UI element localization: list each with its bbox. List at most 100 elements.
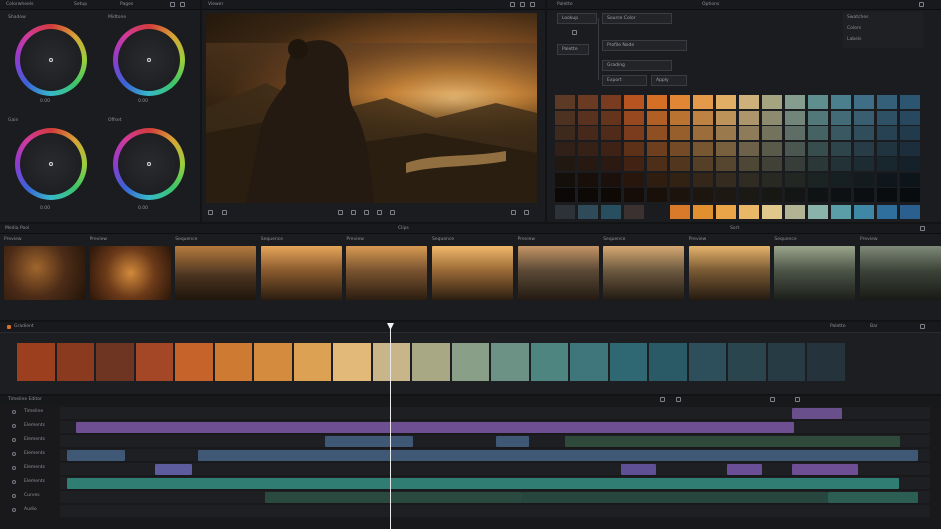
palette-swatch[interactable]	[831, 141, 851, 156]
palette-swatch[interactable]	[647, 110, 667, 125]
node-root[interactable]: Lookup	[557, 13, 597, 24]
gradient-swatch[interactable]	[451, 343, 489, 381]
side-item[interactable]: Swatches	[847, 15, 869, 21]
palette-swatch[interactable]	[762, 126, 782, 140]
palette-swatch[interactable]	[624, 172, 644, 187]
gradient-swatch[interactable]	[609, 343, 647, 381]
palette-swatch[interactable]	[854, 172, 874, 187]
next-frame-icon[interactable]	[377, 210, 382, 215]
palette-swatch[interactable]	[716, 126, 736, 140]
palette-swatch[interactable]	[624, 110, 644, 125]
playhead-line[interactable]	[390, 324, 391, 529]
apply-button[interactable]: Apply	[651, 75, 687, 86]
palette-swatch[interactable]	[739, 188, 759, 202]
timeline-clip[interactable]	[792, 463, 858, 475]
media-thumbnail[interactable]	[432, 246, 513, 300]
palette-swatch[interactable]	[555, 157, 575, 171]
timeline-clip[interactable]	[792, 407, 842, 419]
expand-icon[interactable]	[520, 2, 525, 7]
media-thumbnail[interactable]	[860, 246, 941, 300]
palette-swatch[interactable]	[808, 205, 828, 219]
palette-swatch[interactable]	[854, 95, 874, 109]
palette-swatch[interactable]	[693, 95, 713, 109]
palette-swatch[interactable]	[601, 157, 621, 171]
offset-color-wheel[interactable]	[113, 128, 185, 200]
palette-swatch[interactable]	[877, 141, 897, 156]
palette-swatch[interactable]	[555, 172, 575, 187]
palette-swatch[interactable]	[601, 141, 621, 156]
track-visibility-icon[interactable]	[12, 410, 16, 414]
timeline-clip[interactable]	[76, 421, 794, 433]
palette-swatch[interactable]	[762, 110, 782, 125]
gradient-swatch[interactable]	[333, 343, 371, 381]
palette-swatch[interactable]	[693, 172, 713, 187]
media-thumbnail[interactable]	[688, 246, 770, 300]
grid-icon[interactable]	[170, 2, 175, 7]
palette-swatch[interactable]	[808, 141, 828, 156]
wheel-handle[interactable]	[147, 162, 151, 166]
palette-swatch[interactable]	[900, 141, 920, 156]
palette-swatch[interactable]	[739, 157, 759, 171]
track-visibility-icon[interactable]	[12, 466, 16, 470]
palette-swatch[interactable]	[877, 205, 897, 219]
gradient-swatch[interactable]	[96, 343, 134, 381]
palette-swatch[interactable]	[762, 157, 782, 171]
palette-swatch[interactable]	[624, 157, 644, 171]
palette-swatch[interactable]	[762, 172, 782, 187]
media-pool-sort[interactable]: Sort	[730, 226, 739, 232]
palette-swatch[interactable]	[693, 157, 713, 171]
timeline-clip[interactable]	[198, 449, 918, 461]
palette-swatch[interactable]	[739, 95, 759, 109]
palette-swatch[interactable]	[555, 126, 575, 140]
palette-swatch[interactable]	[670, 141, 690, 156]
palette-swatch[interactable]	[831, 172, 851, 187]
node-grading[interactable]: Grading	[602, 60, 672, 71]
timeline-clip[interactable]	[325, 435, 413, 447]
media-thumbnail[interactable]	[774, 246, 856, 300]
side-item[interactable]: Labels	[847, 37, 861, 43]
wheel-handle[interactable]	[147, 58, 151, 62]
palette-swatch[interactable]	[670, 205, 690, 219]
palette-swatch[interactable]	[877, 110, 897, 125]
palette-swatch[interactable]	[831, 205, 851, 219]
fullscreen-icon[interactable]	[920, 324, 925, 329]
timeline-clip[interactable]	[522, 491, 828, 503]
timeline-clip[interactable]	[155, 463, 192, 475]
track-visibility-icon[interactable]	[12, 452, 16, 456]
palette-swatch[interactable]	[785, 172, 805, 187]
settings-icon[interactable]	[510, 2, 515, 7]
palette-swatch[interactable]	[647, 141, 667, 156]
gradient-swatch[interactable]	[570, 343, 608, 381]
palette-swatch[interactable]	[647, 95, 667, 109]
palette-swatch[interactable]	[670, 172, 690, 187]
gain-color-wheel[interactable]	[15, 128, 87, 200]
gradient-swatch[interactable]	[688, 343, 726, 381]
palette-swatch[interactable]	[601, 172, 621, 187]
palette-swatch[interactable]	[601, 188, 621, 202]
node-profile[interactable]: Profile Node	[602, 40, 687, 51]
palette-swatch[interactable]	[555, 110, 575, 125]
palette-swatch[interactable]	[900, 205, 920, 219]
palette-swatch[interactable]	[578, 110, 598, 125]
palette-swatch[interactable]	[578, 157, 598, 171]
palette-swatch[interactable]	[716, 110, 736, 125]
gradient-swatch[interactable]	[767, 343, 805, 381]
media-thumbnail[interactable]	[260, 246, 342, 300]
gradient-swatch[interactable]	[56, 343, 94, 381]
stop-icon[interactable]	[351, 210, 356, 215]
palette-swatch[interactable]	[693, 110, 713, 125]
track-visibility-icon[interactable]	[12, 438, 16, 442]
palette-swatch[interactable]	[739, 141, 759, 156]
palette-swatch[interactable]	[555, 95, 575, 109]
palette-swatch[interactable]	[647, 172, 667, 187]
volume-icon[interactable]	[511, 210, 516, 215]
palette-options[interactable]: Options	[702, 2, 719, 8]
palette-swatch[interactable]	[670, 110, 690, 125]
menu-icon[interactable]	[180, 2, 185, 7]
palette-swatch[interactable]	[762, 188, 782, 202]
play-icon[interactable]	[208, 210, 213, 215]
palette-swatch[interactable]	[877, 95, 897, 109]
palette-swatch[interactable]	[831, 110, 851, 125]
track-visibility-icon[interactable]	[12, 424, 16, 428]
palette-swatch[interactable]	[578, 188, 598, 202]
